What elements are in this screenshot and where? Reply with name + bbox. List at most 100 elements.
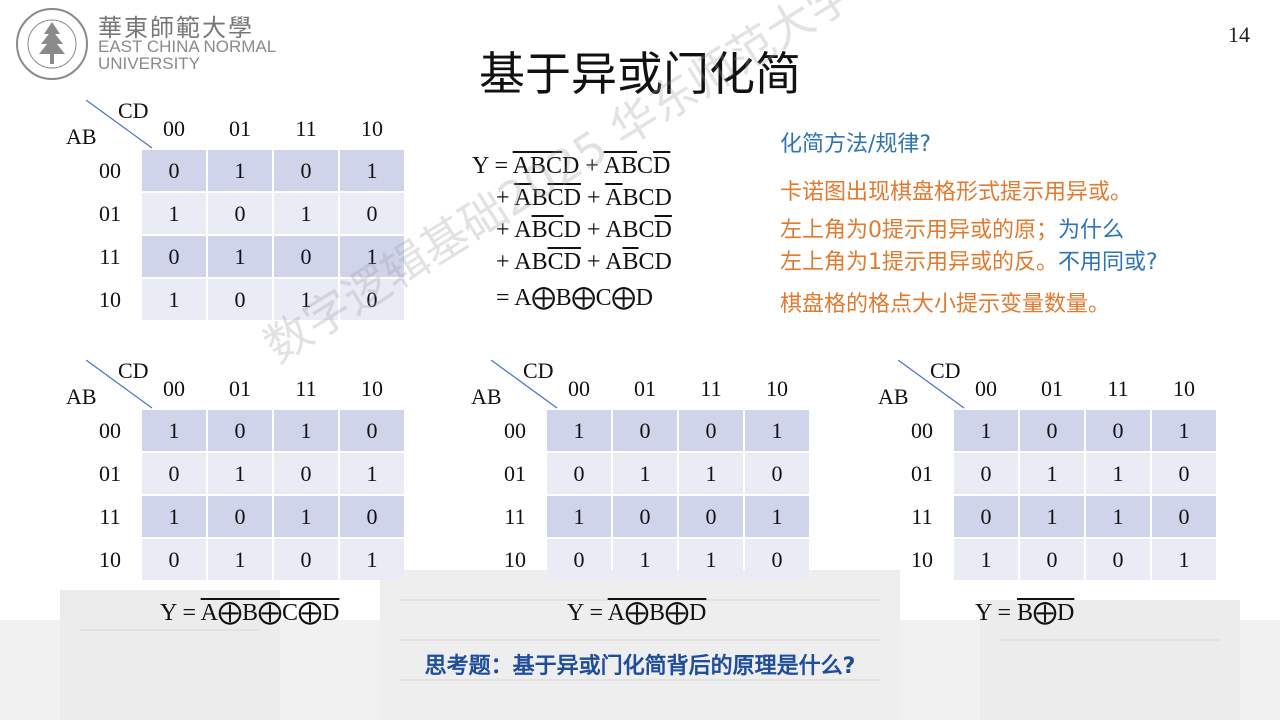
- kmap-cell: 1: [1152, 539, 1216, 580]
- kmap-cell: 0: [745, 453, 809, 494]
- formula-line-5: = A⨁B⨁C⨁D: [472, 282, 672, 314]
- note-line-3-main: 左上角为1提示用异或的反。: [780, 250, 1058, 275]
- kmap-cell: 1: [1020, 453, 1084, 494]
- formula-line-4: + ABCD + ABCD: [472, 246, 672, 278]
- formula-result: A⨁B⨁C⨁D: [514, 285, 653, 311]
- plus: +: [586, 185, 601, 211]
- plus: +: [496, 249, 510, 275]
- kmap-bottom-left: CD AB 00 01 11 10 00 01 11 10 1 0 1 0 0 1 0 1 1 0 1 0 0 1 0 1: [66, 358, 404, 590]
- kmap-cell: 0: [954, 453, 1018, 494]
- kmap-col-header: 00: [568, 376, 590, 401]
- kmap-col-header: 01: [634, 376, 656, 401]
- kmap-cell: 1: [745, 496, 809, 537]
- caption-map-2: Y = A⨁B⨁C⨁D: [160, 598, 339, 627]
- kmap-cell: 0: [613, 496, 677, 537]
- kmap-cell: 0: [1152, 496, 1216, 537]
- caption-map-3: Y = A⨁B⨁D: [567, 598, 706, 627]
- kmap-cell: 1: [208, 453, 272, 494]
- kmap-cell: 0: [142, 539, 206, 580]
- kmap-col-header: 10: [1173, 376, 1195, 401]
- kmap-cell: 1: [142, 193, 206, 234]
- kmap-cell: 0: [142, 150, 206, 191]
- kmap-cell: 0: [547, 453, 611, 494]
- kmap-cell: 0: [208, 410, 272, 451]
- kmap-cell: 0: [208, 193, 272, 234]
- kmap-row-header: 10: [504, 547, 526, 572]
- note-line-3-xnor: 不用同或?: [1058, 250, 1158, 275]
- kmap-cell: 0: [142, 453, 206, 494]
- kmap-col-header: 00: [975, 376, 997, 401]
- kmap-row-header: 10: [911, 547, 933, 572]
- caption-y: Y =: [160, 600, 196, 626]
- kmap-cell: 1: [954, 410, 1018, 451]
- kmap-grid: 1001011001101001: [954, 410, 1216, 580]
- kmap-cell: 1: [547, 496, 611, 537]
- kmap-col-header: 11: [295, 376, 317, 401]
- kmap-cell: 0: [340, 410, 404, 451]
- kmap-cell: 1: [340, 539, 404, 580]
- caption-map-4: Y = B⨁D: [975, 598, 1074, 627]
- kmap-cell: 1: [340, 150, 404, 191]
- kmap-cell: 1: [679, 453, 743, 494]
- kmap-cell: 0: [340, 496, 404, 537]
- kmap-col-header: 11: [295, 116, 317, 141]
- kmap-col-header: 01: [229, 376, 251, 401]
- kmap-row-header: 00: [911, 418, 933, 443]
- kmap-cell: 1: [142, 279, 206, 320]
- kmap-row-header: 00: [99, 418, 121, 443]
- plus: +: [586, 249, 601, 275]
- kmap-cell: 1: [745, 410, 809, 451]
- kmap-cell: 0: [1086, 539, 1150, 580]
- kmap-cell: 1: [208, 236, 272, 277]
- kmap-cell: 1: [208, 150, 272, 191]
- kmap-row-header: 01: [504, 461, 526, 486]
- kmap-col-header: 01: [229, 116, 251, 141]
- kmap-col-header: 11: [1107, 376, 1129, 401]
- kmap-col-header: 00: [163, 116, 185, 141]
- kmap-row-header: 00: [504, 418, 526, 443]
- kmap-cell: 1: [613, 539, 677, 580]
- kmap-cell: 1: [547, 410, 611, 451]
- kmap-col-header: 00: [163, 376, 185, 401]
- term: ABCD: [605, 249, 672, 275]
- kmap-cell: 1: [340, 453, 404, 494]
- kmap-col-header: 10: [361, 376, 383, 401]
- kmap-row-header: 11: [911, 504, 933, 529]
- bottom-question: 思考题：基于异或门化简背后的原理是什么?: [424, 654, 856, 679]
- kmap-row-header: 11: [99, 504, 121, 529]
- kmap-cell: 0: [679, 496, 743, 537]
- kmap-cell: 1: [1086, 496, 1150, 537]
- kmap-cell: 1: [274, 410, 338, 451]
- caption-expr: A⨁B⨁C⨁D: [200, 600, 340, 626]
- kmap-col-header: 01: [1041, 376, 1063, 401]
- kmap-row-header: 11: [504, 504, 526, 529]
- kmap-cell: 1: [1152, 410, 1216, 451]
- kmap-cell: 1: [274, 496, 338, 537]
- kmap-cell: 0: [1020, 410, 1084, 451]
- kmap-bottom-right: CD AB 00 01 11 10 00 01 11 10 1 0 0 1 0 1 1 0 0 1 1 0 1 0 0 1: [878, 358, 1216, 590]
- kmap-cell: 0: [208, 496, 272, 537]
- plus: +: [586, 217, 601, 243]
- kmap-cell: 1: [1086, 453, 1150, 494]
- kmap-bottom-center: CD AB 00 01 11 10 00 01 11 10 1 0 0 1 0 1 1 0 1 0 0 1 0 1 1 0: [471, 358, 809, 590]
- kmap-row-header: 01: [99, 461, 121, 486]
- kmap-cell: 0: [274, 150, 338, 191]
- caption-expr: B⨁D: [1016, 600, 1075, 626]
- kmap-cell: 1: [142, 410, 206, 451]
- kmap-cell: 1: [954, 539, 1018, 580]
- caption-y: Y =: [975, 600, 1011, 626]
- kmap-cell: 0: [1020, 539, 1084, 580]
- note-question: 化简方法/规律?: [780, 132, 932, 157]
- caption-y: Y =: [567, 600, 603, 626]
- term: ABCD: [605, 217, 672, 243]
- kmap-grid: 1001011010010110: [547, 410, 809, 580]
- kmap-cell: 1: [274, 193, 338, 234]
- kmap-cell: 0: [274, 539, 338, 580]
- kmap-cell: 0: [1086, 410, 1150, 451]
- kmap-cell: 1: [1020, 496, 1084, 537]
- caption-expr: A⨁B⨁D: [607, 600, 707, 626]
- kmap-row-header: 10: [99, 547, 121, 572]
- kmap-row-header: 01: [99, 201, 121, 226]
- kmap-cell: 0: [745, 539, 809, 580]
- kmap-cell: 0: [613, 410, 677, 451]
